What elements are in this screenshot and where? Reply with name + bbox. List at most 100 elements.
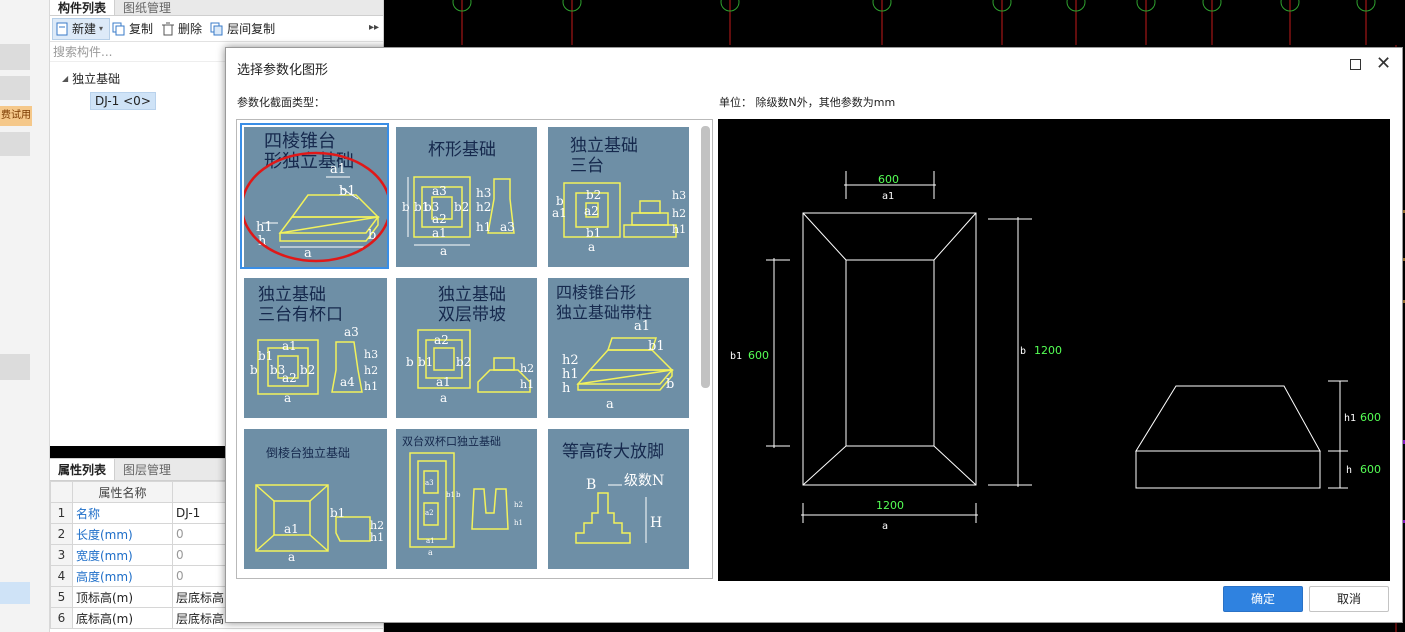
dim-label: h1	[364, 380, 378, 393]
floor-copy-icon	[210, 22, 224, 36]
shape-thumbnail: 独立基础 双层带坡 a2 a1 a b b1 b2 h2 h1	[396, 278, 537, 418]
tab-layer-management[interactable]: 图层管理	[115, 459, 179, 480]
gallery-scrollbar[interactable]	[701, 126, 710, 388]
left-strip-block[interactable]	[0, 132, 30, 156]
shape-thumbnail: 双台双杯口独立基础 a3 a2 a1 a b1 b h2 h1	[396, 429, 537, 569]
tab-drawing-management[interactable]: 图纸管理	[115, 0, 179, 15]
shape-title: 倒棱台独立基础	[266, 445, 350, 460]
dialog-title: 选择参数化图形	[237, 63, 329, 78]
dim-label: b1	[446, 491, 455, 499]
dim-label: a	[304, 246, 312, 261]
shape-card-three-step-cup[interactable]: 独立基础 三台有杯口 a1 a3 a2 b b1 b3 b2 a h3 h2 h…	[240, 274, 389, 420]
row-number: 6	[50, 607, 73, 629]
property-name: 长度(mm)	[72, 523, 173, 545]
dim-label: b2	[456, 355, 471, 369]
shape-title: 四棱锥台	[264, 131, 336, 152]
property-name: 底标高(m)	[72, 607, 173, 629]
trash-icon	[161, 22, 175, 36]
new-button[interactable]: 新建 ▾	[52, 17, 111, 40]
floor-copy-button[interactable]: 层间复制	[208, 18, 281, 40]
preview-h-label: h	[1346, 465, 1352, 476]
row-number: 2	[50, 523, 73, 545]
shape-card-brick-footing[interactable]: 等高砖大放脚 B 级数N H	[544, 425, 693, 571]
tab-component-list[interactable]: 构件列表	[50, 0, 116, 15]
preview-a1-label: a1	[882, 191, 894, 202]
cancel-button[interactable]: 取消	[1309, 586, 1389, 612]
dim-label: b	[402, 200, 410, 214]
tab-property-list[interactable]: 属性列表	[50, 459, 116, 480]
shape-title: 独立基础	[438, 285, 506, 305]
dim-label: a	[288, 550, 295, 564]
shape-thumbnail: 独立基础 三台有杯口 a1 a3 a2 b b1 b3 b2 a h3 h2 h…	[244, 278, 387, 418]
dim-label: b1	[258, 349, 273, 363]
left-strip-block[interactable]	[0, 44, 30, 70]
tree-item-dj1[interactable]: DJ-1 <0>	[90, 92, 156, 110]
shape-thumbnail: 倒棱台独立基础 a1 b1 a h2 h1	[244, 429, 387, 569]
dim-label: h2	[562, 353, 579, 368]
dim-label: h	[562, 381, 571, 396]
row-number: 1	[50, 502, 73, 524]
shape-card-cup-foundation[interactable]: 杯形基础 a3 a2 a1 a b b1 b3 b2 h3 h2 h1 a3	[392, 123, 541, 269]
shape-title: 三台	[570, 156, 604, 176]
dim-label: a2	[425, 509, 434, 517]
dim-label: h3	[672, 189, 686, 202]
dim-label: a1	[552, 206, 567, 220]
property-name: 名称	[72, 502, 173, 524]
dim-label: a1	[426, 537, 435, 545]
property-name: 高度(mm)	[72, 565, 173, 587]
component-toolbar: 新建 ▾ 复制 删除 层间复制	[50, 16, 383, 42]
left-strip: 费试用	[0, 0, 50, 632]
shape-card-inverted-frustum[interactable]: 倒棱台独立基础 a1 b1 a h2 h1	[240, 425, 389, 571]
left-strip-block[interactable]	[0, 354, 30, 380]
shape-card-double-slope[interactable]: 独立基础 双层带坡 a2 a1 a b b1 b2 h2 h1	[392, 274, 541, 420]
dim-label: a2	[432, 212, 447, 226]
dim-label: a1	[436, 375, 451, 389]
preview-h1-label: h1	[1344, 413, 1356, 424]
property-name-header: 属性名称	[72, 481, 173, 503]
dim-label: b3	[424, 200, 439, 214]
dim-label: b2	[454, 200, 469, 214]
dim-label: a	[440, 391, 447, 405]
chevron-down-icon[interactable]: ▾	[99, 24, 103, 33]
shape-card-pyramid-with-column[interactable]: 四棱锥台形 独立基础带柱 a1 b1 h2 h1 h a b	[544, 274, 693, 420]
collapse-arrow-icon[interactable]: ◢	[62, 74, 68, 83]
property-name: 顶标高(m)	[72, 586, 173, 608]
preview-h1-value: 600	[1360, 411, 1381, 424]
copy-button[interactable]: 复制	[110, 18, 159, 40]
tree-group-isolated-foundation[interactable]: ◢ 独立基础	[62, 70, 120, 87]
dim-label: b	[556, 194, 564, 208]
delete-label: 删除	[178, 22, 203, 36]
shape-title: 四棱锥台形	[556, 283, 636, 302]
copy-icon	[112, 22, 126, 36]
dim-label: a3	[425, 479, 434, 487]
preview-b1-value: 600	[748, 349, 769, 362]
delete-button[interactable]: 删除	[159, 18, 208, 40]
new-icon	[55, 22, 69, 36]
left-strip-selected[interactable]	[0, 582, 30, 604]
shape-thumbnail: 独立基础 三台 b2 a2 a1 b1 b a h3 h2 h1	[548, 127, 689, 267]
dim-label: h1	[520, 378, 534, 391]
dim-label: h2	[672, 207, 686, 220]
expand-icon[interactable]: ▸▸	[369, 22, 379, 33]
shape-card-pyramid-frustum[interactable]: 四棱锥台 形独立基础 a1 b1 h1 h a b	[240, 123, 389, 269]
dim-label: 级数N	[624, 473, 664, 489]
left-strip-block[interactable]	[0, 76, 30, 100]
tree-group-label: 独立基础	[72, 72, 121, 86]
dim-label: a3	[432, 184, 447, 198]
dim-label: a1	[282, 339, 297, 353]
dim-label: h2	[520, 362, 534, 375]
close-icon[interactable]: ✕	[1376, 55, 1391, 73]
maximize-icon[interactable]	[1350, 59, 1361, 70]
shape-card-three-step[interactable]: 独立基础 三台 b2 a2 a1 b1 b a h3 h2 h1	[544, 123, 693, 269]
shape-card-double-cup[interactable]: 双台双杯口独立基础 a3 a2 a1 a b1 b h2 h1	[392, 425, 541, 571]
dim-label: a2	[584, 204, 599, 218]
dim-label: a2	[434, 333, 449, 347]
shape-title: 双层带坡	[438, 305, 506, 325]
shape-thumbnail: 等高砖大放脚 B 级数N H	[548, 429, 689, 569]
shape-preview: 600 a1 b1 600 b 1200 1200 a h1 600 h 600	[718, 119, 1390, 581]
ok-button[interactable]: 确定	[1223, 586, 1303, 612]
copy-label: 复制	[129, 22, 154, 36]
trial-badge[interactable]: 费试用	[0, 106, 32, 126]
component-tabbar: 构件列表 图纸管理	[50, 0, 383, 16]
property-name: 宽度(mm)	[72, 544, 173, 566]
